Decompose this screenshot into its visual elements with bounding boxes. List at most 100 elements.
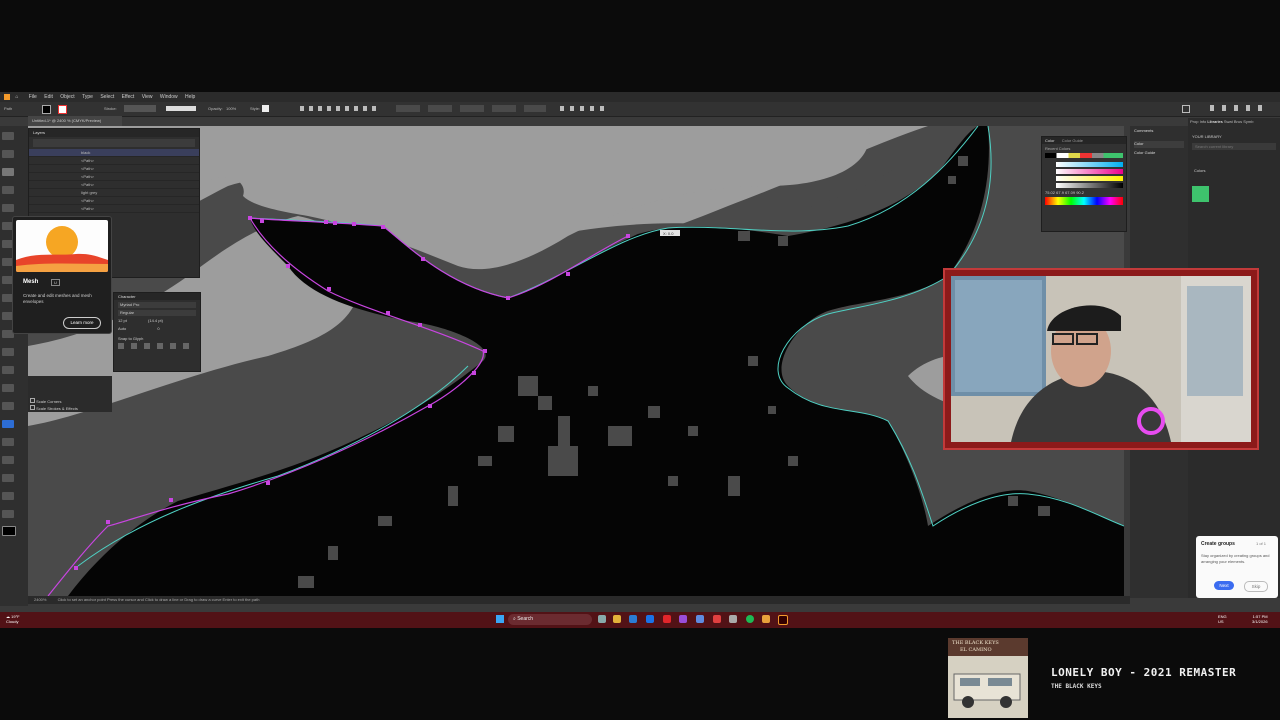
menu-help[interactable]: Help [185, 92, 195, 102]
comments-item[interactable]: Comments [1134, 128, 1184, 135]
menu-file[interactable]: File [29, 92, 37, 102]
cmyk-value[interactable]: 75.02 [1045, 190, 1055, 195]
yellow-slider[interactable] [1056, 176, 1123, 181]
direct-selection-tool-icon[interactable] [2, 150, 14, 158]
font-family-select[interactable]: Myriad Pro [118, 302, 196, 308]
file-explorer-icon[interactable] [613, 615, 621, 623]
home-icon[interactable]: ⌂ [15, 92, 21, 102]
shape-builder-tool-icon[interactable] [2, 384, 14, 392]
cmyk-value[interactable]: 67.9 [1056, 190, 1064, 195]
tab-color[interactable]: Color [1045, 138, 1055, 143]
hand-tool-icon[interactable] [2, 492, 14, 500]
clock[interactable]: 1:57 PM 3/1/2026 [1252, 614, 1268, 624]
magenta-slider[interactable] [1056, 169, 1123, 174]
recent-swatches[interactable] [1045, 153, 1123, 158]
fill-swatch[interactable] [42, 105, 51, 114]
more-options-icons[interactable] [560, 106, 610, 111]
tab-info[interactable]: Info [1200, 119, 1207, 124]
gradient-tool-icon[interactable] [2, 438, 14, 446]
menu-view[interactable]: View [142, 92, 153, 102]
tab-brushes[interactable]: Brus [1234, 119, 1242, 124]
font-style-select[interactable]: Regular [118, 310, 196, 316]
blend-tool-icon[interactable] [2, 474, 14, 482]
leading-field[interactable]: (14.4 pt) [148, 318, 163, 323]
next-button[interactable]: Next [1214, 581, 1234, 590]
tracking-field[interactable]: 0 [157, 326, 159, 331]
task-view-icon[interactable] [598, 615, 606, 623]
menu-select[interactable]: Select [100, 92, 114, 102]
layers-search-input[interactable] [33, 139, 195, 147]
menu-edit[interactable]: Edit [44, 92, 53, 102]
document-tab[interactable]: Untitled-1* @ 2400 % (CMYK/Preview) [28, 116, 122, 126]
cyan-slider[interactable] [1056, 162, 1123, 167]
library-search-input[interactable]: Search current library [1192, 143, 1276, 150]
color-spectrum[interactable] [1045, 197, 1123, 205]
tab-libraries[interactable]: Libraries [1207, 119, 1222, 124]
tab-symbols[interactable]: Symb [1243, 119, 1253, 124]
library-green-swatch[interactable] [1192, 186, 1209, 202]
layer-row[interactable]: <Path> [29, 157, 199, 165]
selection-tool-icon[interactable] [2, 132, 14, 140]
style-swatch[interactable] [262, 105, 269, 112]
app-icon[interactable] [679, 615, 687, 623]
align-icons[interactable] [300, 106, 380, 111]
skip-button[interactable]: Skip [1244, 581, 1268, 592]
width-tool-icon[interactable] [2, 348, 14, 356]
black-slider[interactable] [1056, 183, 1123, 188]
ai-logo-icon[interactable] [4, 94, 10, 100]
layer-row[interactable]: <Path> [29, 181, 199, 189]
app-icon[interactable] [696, 615, 704, 623]
tab-color-guide[interactable]: Color Guide [1062, 138, 1083, 143]
fill-stroke-icon[interactable] [2, 526, 16, 536]
tab-properties[interactable]: Prop [1190, 119, 1198, 124]
mesh-tool-icon[interactable] [2, 420, 14, 428]
tab-swatches[interactable]: Swat [1224, 119, 1233, 124]
checkbox-icon[interactable] [30, 405, 35, 410]
windows-start-icon[interactable] [496, 615, 504, 623]
zoom-tool-icon[interactable] [2, 510, 14, 518]
menu-window[interactable]: Window [160, 92, 178, 102]
color-item[interactable]: Color [1134, 141, 1184, 148]
brush-definition[interactable] [166, 106, 196, 111]
menu-effect[interactable]: Effect [122, 92, 135, 102]
layer-row[interactable]: <Path> [29, 173, 199, 181]
app-icon[interactable] [663, 615, 671, 623]
eyedropper-tool-icon[interactable] [2, 456, 14, 464]
snap-icons[interactable] [118, 343, 196, 349]
edge-icon[interactable] [646, 615, 654, 623]
free-transform-tool-icon[interactable] [2, 366, 14, 374]
opacity-value[interactable]: 100% [226, 106, 236, 111]
curvature-tool-icon[interactable] [2, 186, 14, 194]
layers-tab[interactable]: Layers [29, 129, 199, 137]
share-icon[interactable] [1182, 105, 1190, 113]
store-icon[interactable] [629, 615, 637, 623]
spotify-icon[interactable] [746, 615, 754, 623]
stroke-weight-field[interactable] [124, 105, 156, 112]
menu-type[interactable]: Type [82, 92, 93, 102]
layer-row[interactable]: <Path> [29, 205, 199, 213]
perspective-tool-icon[interactable] [2, 402, 14, 410]
layer-row[interactable]: black [29, 149, 199, 157]
character-tab[interactable]: Character [114, 293, 200, 300]
checkbox-icon[interactable] [30, 398, 35, 403]
layer-row[interactable]: light grey [29, 189, 199, 197]
library-name[interactable]: YOUR LIBRARY [1192, 134, 1276, 139]
weather-widget[interactable]: ☁ 19°F Cloudy [6, 614, 20, 624]
layer-row[interactable]: <Path> [29, 197, 199, 205]
learn-more-button[interactable]: Learn more [63, 317, 101, 329]
font-size-field[interactable]: 12 pt [118, 318, 127, 323]
pen-tool-icon[interactable] [2, 168, 14, 176]
cmyk-value[interactable]: 90.2 [1076, 190, 1084, 195]
app-icon[interactable] [762, 615, 770, 623]
kerning-field[interactable]: Auto [118, 326, 126, 331]
taskbar-search[interactable]: ⌕ Search [508, 614, 592, 625]
app-icon[interactable] [713, 615, 721, 623]
layer-row[interactable]: <Path> [29, 165, 199, 173]
window-controls[interactable] [1210, 105, 1270, 111]
cmyk-value[interactable]: 67.09 [1065, 190, 1075, 195]
color-guide-item[interactable]: Color Guide [1134, 150, 1184, 157]
app-icon[interactable] [729, 615, 737, 623]
zoom-level[interactable]: 2400% [34, 597, 46, 602]
stroke-swatch[interactable] [58, 105, 67, 114]
language-indicator[interactable]: ENG US [1218, 614, 1227, 624]
